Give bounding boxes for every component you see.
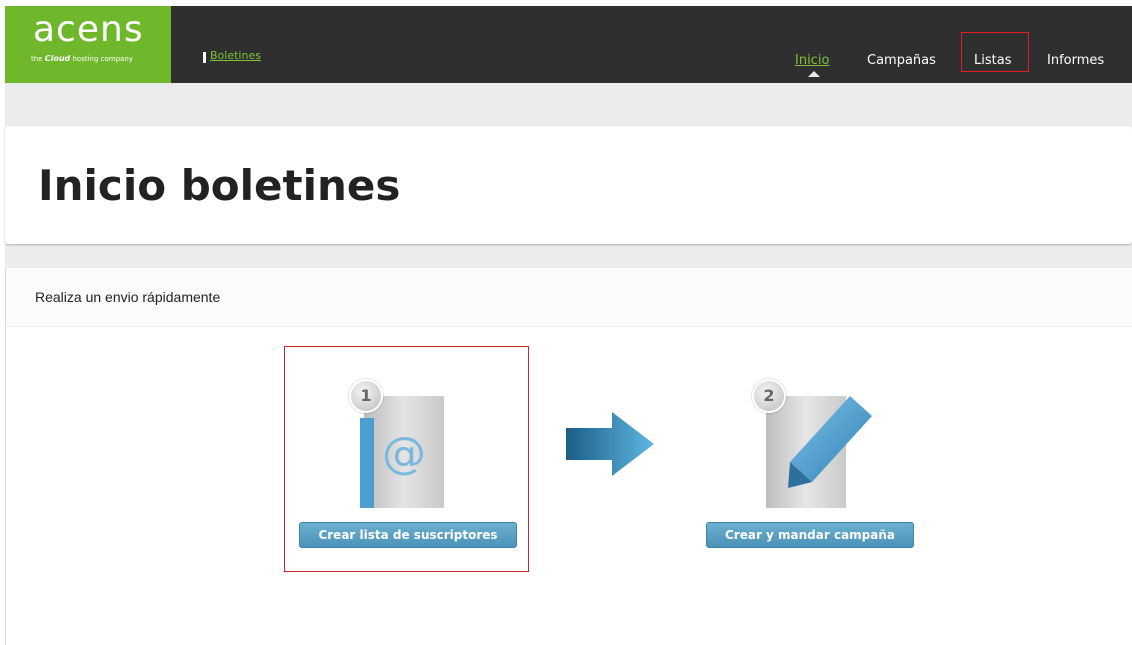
- nav-item-informes[interactable]: Informes: [1047, 53, 1104, 68]
- nav-item-campanas[interactable]: Campañas: [867, 53, 936, 68]
- svg-text:@: @: [382, 428, 426, 479]
- logo-tagline: the Cloud hosting company: [31, 54, 133, 63]
- step2-number-badge: 2: [752, 379, 786, 413]
- create-subscriber-list-button[interactable]: Crear lista de suscriptores: [299, 522, 517, 548]
- page-title: Inicio boletines: [38, 161, 401, 210]
- create-send-campaign-button[interactable]: Crear y mandar campaña: [706, 522, 914, 548]
- step1-number-badge: 1: [349, 379, 383, 413]
- acens-logo[interactable]: acens the Cloud hosting company: [5, 6, 171, 83]
- quick-send-heading: Realiza un envio rápidamente: [35, 289, 221, 305]
- arrow-right-icon: [566, 412, 654, 476]
- breadcrumb-marker: [203, 52, 206, 63]
- nav-item-inicio[interactable]: Inicio: [795, 53, 829, 68]
- listas-highlight-box: [961, 32, 1029, 72]
- logo-wordmark: acens: [33, 9, 144, 50]
- breadcrumb-boletines-link[interactable]: Boletines: [210, 49, 261, 62]
- top-navigation-bar: acens the Cloud hosting company Boletine…: [5, 6, 1132, 83]
- active-nav-pointer: [808, 71, 820, 77]
